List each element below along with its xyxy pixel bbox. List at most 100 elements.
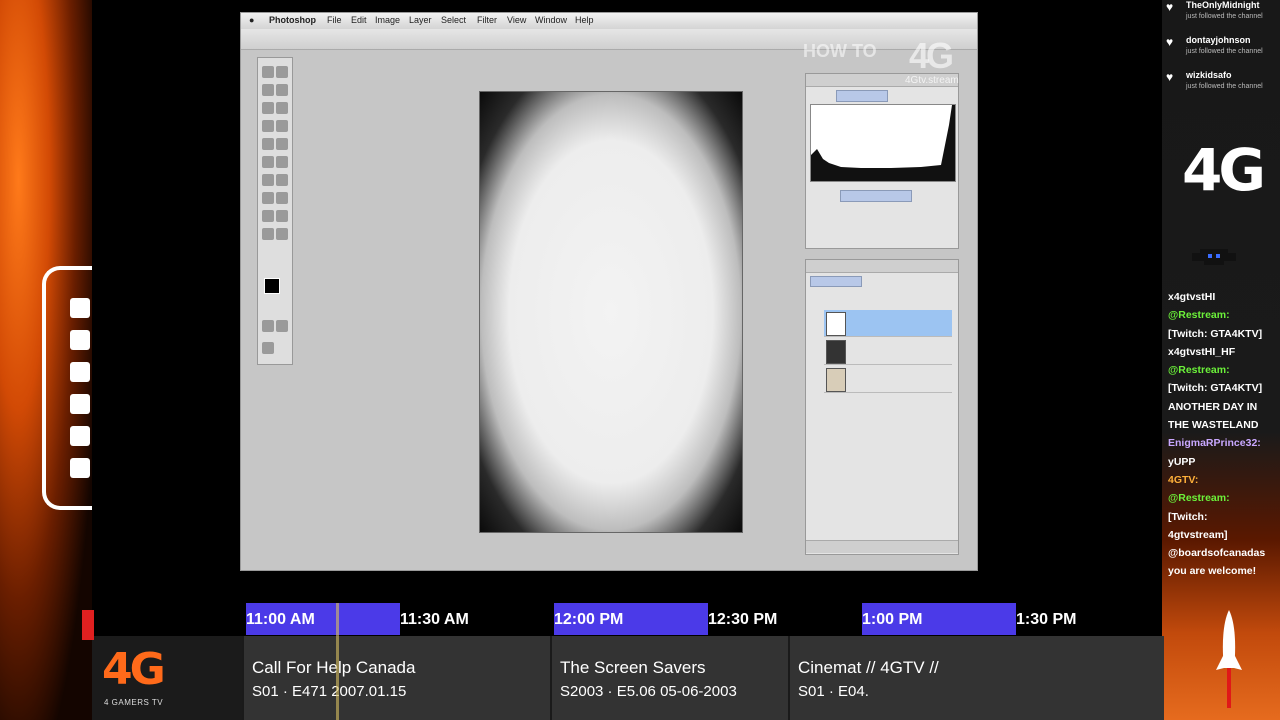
blend-mode-select[interactable]: [810, 276, 862, 287]
pen-tool-icon[interactable]: [276, 174, 288, 186]
chat-line: [Twitch:: [1168, 510, 1208, 523]
program-schedule: 4G 4 GAMERS TV Call For Help Canada S01 …: [92, 636, 1164, 720]
heart-icon: ♥: [1166, 35, 1174, 49]
layers-footer-buttons[interactable]: [806, 540, 958, 553]
follower-name: TheOnlyMidnight: [1186, 0, 1260, 10]
hand-tool-icon[interactable]: [262, 228, 274, 240]
layer-row[interactable]: [824, 338, 952, 365]
source-select[interactable]: [840, 190, 912, 202]
layer-row[interactable]: [824, 366, 952, 393]
left-rocket-icon: [82, 610, 94, 640]
heart-icon: ♥: [1166, 70, 1174, 84]
chat-line: THE WASTELAND: [1168, 419, 1259, 432]
chat-line: @Restream:: [1168, 364, 1230, 377]
chat-line: EnigmaRPrince32:: [1168, 437, 1261, 450]
quickmask-icon[interactable]: [262, 320, 274, 332]
histogram-graph: [810, 104, 956, 182]
layer-thumbnail: [826, 312, 846, 336]
notes-tool-icon[interactable]: [262, 210, 274, 222]
chat-line: 4GTV:: [1168, 473, 1199, 486]
menu-file[interactable]: File: [327, 15, 342, 25]
channel-logo-sub: 4 GAMERS TV: [104, 698, 164, 707]
eraser-tool-icon[interactable]: [262, 156, 274, 168]
chat-line: @Restream:: [1168, 309, 1230, 322]
document-canvas[interactable]: [479, 91, 743, 533]
history-brush-icon[interactable]: [276, 138, 288, 150]
brush-tool-icon[interactable]: [276, 120, 288, 132]
heart-icon: ♥: [1166, 0, 1174, 14]
timeline-bar: 11:00 AM 11:30 AM 12:00 PM 12:30 PM 1:00…: [92, 603, 1162, 635]
histogram-shape: [811, 105, 955, 181]
follower-name: dontayjohnson: [1186, 35, 1251, 45]
follower-name: wizkidsafo: [1186, 70, 1232, 80]
wand-tool-icon[interactable]: [276, 84, 288, 96]
stamp-tool-icon[interactable]: [262, 138, 274, 150]
program-episode: S01 · E04.: [798, 683, 869, 700]
timeline-label: 1:30 PM: [1016, 611, 1077, 628]
follower-subtitle: just followed the channel: [1186, 48, 1263, 55]
menu-help[interactable]: Help: [575, 15, 594, 25]
menu-layer[interactable]: Layer: [409, 15, 432, 25]
layer-thumbnail: [826, 368, 846, 392]
timeline-label: 12:00 PM: [554, 611, 624, 628]
lasso-tool-icon[interactable]: [262, 84, 274, 96]
chat-line: x4gtvstHI: [1168, 291, 1216, 303]
crop-tool-icon[interactable]: [262, 102, 274, 114]
chat-line: @boardsofcanadas: [1168, 547, 1266, 560]
video-frame: ● Photoshop File Edit Image Layer Select…: [240, 12, 978, 571]
layers-tabs[interactable]: [806, 260, 958, 273]
program-block[interactable]: Call For Help Canada S01 · E471 2007.01.…: [242, 636, 550, 720]
program-episode: S01 · E471 2007.01.15: [252, 683, 407, 700]
shape-tool-icon[interactable]: [276, 192, 288, 204]
zoom-tool-icon[interactable]: [276, 228, 288, 240]
brand-logo: 4G: [1182, 136, 1266, 204]
follower-alert: ♥ wizkidsafo just followed the channel: [1166, 70, 1280, 102]
chat-line: 4gtvstream]: [1168, 528, 1228, 541]
channel-select[interactable]: [836, 90, 888, 102]
chat-line: ANOTHER DAY IN: [1168, 400, 1258, 413]
heal-tool-icon[interactable]: [262, 120, 274, 132]
program-block[interactable]: The Screen Savers S2003 · E5.06 05-06-20…: [550, 636, 788, 720]
marquee-tool-icon[interactable]: [262, 66, 274, 78]
program-title: Call For Help Canada: [252, 658, 416, 677]
follower-alert: ♥ TheOnlyMidnight just followed the chan…: [1166, 0, 1280, 32]
follower-subtitle: just followed the channel: [1186, 13, 1263, 20]
channel-logo: 4G 4 GAMERS TV: [92, 636, 242, 720]
menu-edit[interactable]: Edit: [351, 15, 367, 25]
eyedropper-tool-icon[interactable]: [276, 210, 288, 222]
layer-thumbnail: [826, 340, 846, 364]
layers-panel: [805, 259, 959, 555]
menu-select[interactable]: Select: [441, 15, 466, 25]
slice-tool-icon[interactable]: [276, 102, 288, 114]
ps-menubar: ● Photoshop File Edit Image Layer Select…: [241, 13, 977, 29]
apple-icon[interactable]: ●: [249, 15, 254, 25]
menu-filter[interactable]: Filter: [477, 15, 497, 25]
program-title: The Screen Savers: [560, 658, 706, 677]
screen-mode-icon[interactable]: [262, 342, 274, 354]
follower-subtitle: just followed the channel: [1186, 83, 1263, 90]
timeline-label: 11:30 AM: [400, 611, 469, 628]
menu-image[interactable]: Image: [375, 15, 400, 25]
gradient-tool-icon[interactable]: [276, 156, 288, 168]
program-block[interactable]: Cinemat // 4GTV // S01 · E04.: [788, 636, 1164, 720]
chat-line: [Twitch: GTA4KTV]: [1168, 382, 1263, 395]
app-menu[interactable]: Photoshop: [269, 15, 316, 25]
timeline-label: 1:00 PM: [862, 611, 923, 628]
layer-row-selected[interactable]: [824, 310, 952, 337]
watermark: HOW TO 4G 4Gtv.stream: [803, 35, 973, 91]
move-tool-icon[interactable]: [276, 66, 288, 78]
rocket-icon: [1216, 610, 1242, 708]
film-strip-icon: [42, 266, 92, 510]
foreground-color-swatch[interactable]: [264, 278, 280, 294]
watermark-how-to: HOW TO: [803, 41, 877, 61]
histogram-panel: [805, 73, 959, 249]
standard-mode-icon[interactable]: [276, 320, 288, 332]
pixel-ship-icon: [1192, 249, 1236, 265]
follower-alert: ♥ dontayjohnson just followed the channe…: [1166, 35, 1280, 67]
chat-line: @Restream:: [1168, 492, 1230, 505]
menu-window[interactable]: Window: [535, 15, 567, 25]
menu-view[interactable]: View: [507, 15, 526, 25]
dodge-tool-icon[interactable]: [262, 174, 274, 186]
chat-line: x4gtvstHI_HF: [1168, 345, 1236, 358]
type-tool-icon[interactable]: [262, 192, 274, 204]
